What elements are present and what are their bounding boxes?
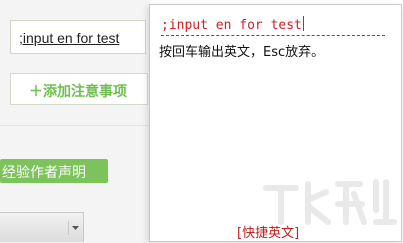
text-input-field[interactable]: ;input en for test bbox=[10, 20, 146, 54]
chevron-down-icon[interactable] bbox=[68, 221, 81, 235]
ime-hint-text: 按回车输出英文，Esc放弃。 bbox=[159, 45, 325, 60]
text-caret bbox=[302, 16, 304, 31]
watermark-logo-icon bbox=[263, 179, 397, 225]
author-declaration-button[interactable]: 经验作者声明 bbox=[0, 159, 108, 183]
ime-composition-line: ;input en for test bbox=[161, 13, 385, 36]
author-declaration-label: 经验作者声明 bbox=[2, 165, 86, 181]
add-note-button-label: ＋添加注意事项 bbox=[29, 84, 127, 100]
add-note-button[interactable]: ＋添加注意事项 bbox=[10, 73, 148, 105]
section-divider bbox=[0, 125, 150, 126]
ime-mode-label[interactable]: [快捷英文] bbox=[237, 222, 299, 241]
ime-composition-window: ;input en for test 按回车输出英文，Esc放弃。 [快捷英文] bbox=[149, 4, 402, 242]
text-input-value: ;input en for test bbox=[19, 30, 120, 46]
ime-composition-text: ;input en for test bbox=[161, 16, 304, 33]
toolbar-select[interactable] bbox=[0, 212, 84, 242]
